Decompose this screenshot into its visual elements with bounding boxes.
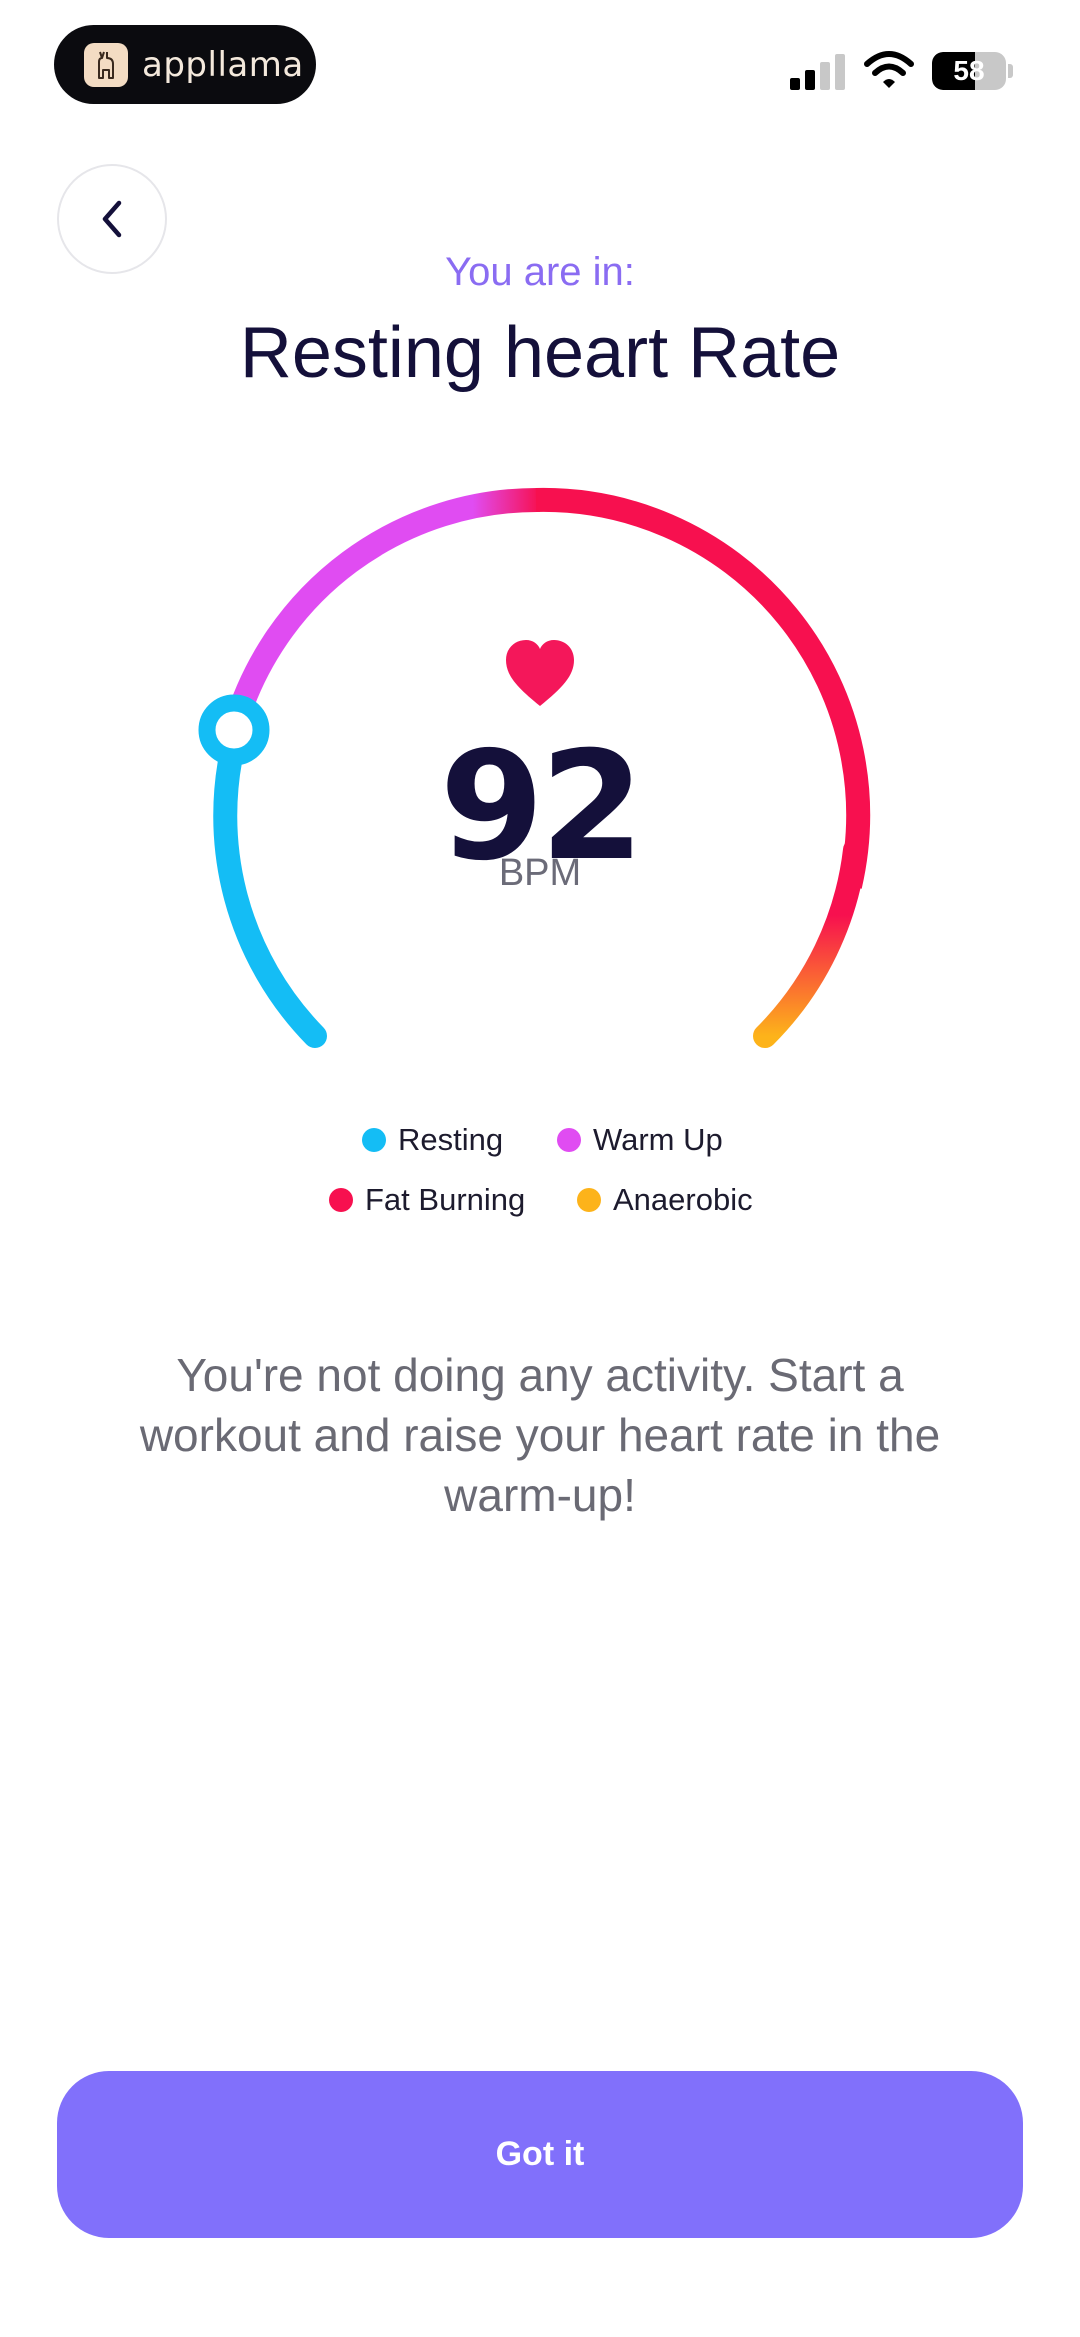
legend-item-resting: Resting [362, 1122, 503, 1158]
legend-item-fat-burning: Fat Burning [329, 1182, 525, 1218]
gauge-zone-warm-up [223, 487, 541, 730]
legend-label-warm-up: Warm Up [593, 1122, 723, 1157]
cellular-signal-icon [790, 54, 845, 90]
app-pill[interactable]: appllama [54, 25, 316, 104]
legend-dot-anaerobic [577, 1188, 601, 1212]
app-pill-label: appllama [142, 44, 304, 85]
got-it-button[interactable]: Got it [57, 2071, 1023, 2238]
screen: appllama 58 You are in: Resting heart Ra… [0, 0, 1080, 2337]
legend-item-warm-up: Warm Up [557, 1122, 723, 1158]
legend-dot-resting [362, 1128, 386, 1152]
legend-label-fat-burning: Fat Burning [365, 1182, 526, 1217]
battery-icon: 58 [932, 52, 1006, 90]
status-bar: appllama 58 [0, 0, 1080, 130]
page-title: Resting heart Rate [239, 313, 841, 393]
chevron-left-icon [102, 200, 122, 238]
battery-tip [1008, 64, 1013, 78]
llama-logo-icon [84, 42, 128, 87]
legend-dot-fat-burning [329, 1188, 353, 1212]
legend-dot-warm-up [557, 1128, 581, 1152]
page-subtitle: You are in: [445, 250, 635, 294]
activity-message: You're not doing any activity. Start a w… [139, 1349, 941, 1521]
battery-level: 58 [953, 55, 985, 86]
wifi-icon [864, 51, 914, 88]
heart-icon [506, 640, 574, 706]
legend-label-resting: Resting [398, 1122, 504, 1157]
legend-item-anaerobic: Anaerobic [577, 1182, 753, 1218]
legend-label-anaerobic: Anaerobic [613, 1182, 753, 1217]
bpm-unit: BPM [498, 852, 582, 894]
